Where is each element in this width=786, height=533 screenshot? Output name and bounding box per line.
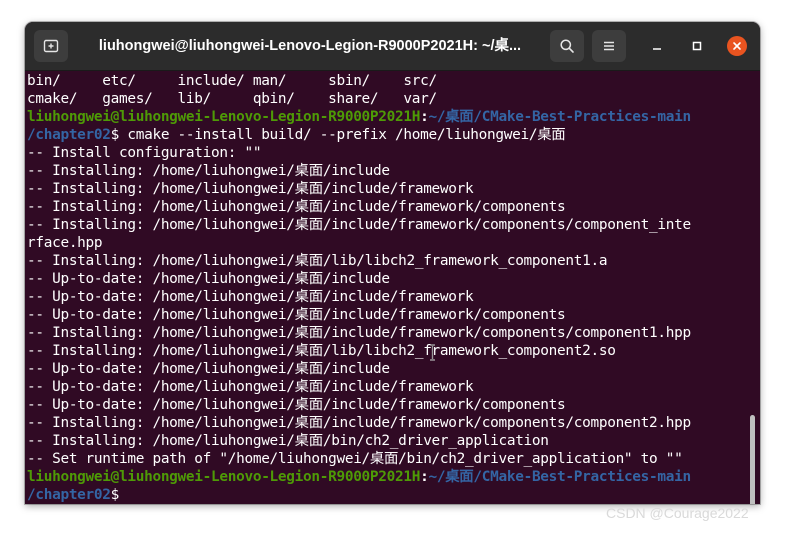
ls-row-2: cmake/ games/ lib/ qbin/ share/ var/ [27, 91, 437, 107]
terminal-lines: bin/ etc/ include/ man/ sbin/ src/ cmake… [27, 72, 691, 504]
output-line: -- Up-to-date: /home/liuhongwei/桌面/inclu… [27, 307, 566, 323]
menu-button[interactable] [592, 30, 626, 62]
watermark: CSDN @Courage2022 [606, 505, 749, 521]
output-line: -- Installing: /home/liuhongwei/桌面/inclu… [27, 181, 474, 197]
window-title: liuhongwei@liuhongwei-Lenovo-Legion-R900… [98, 38, 522, 54]
minimize-icon [653, 48, 661, 50]
text-cursor [119, 487, 128, 503]
output-line: -- Up-to-date: /home/liuhongwei/桌面/inclu… [27, 271, 390, 287]
output-line: -- Installing: /home/liuhongwei/桌面/inclu… [27, 199, 566, 215]
prompt-path-continued: /chapter02 [27, 127, 111, 143]
scrollbar-thumb[interactable] [750, 415, 755, 504]
output-line: -- Installing: /home/liuhongwei/桌面/lib/l… [27, 343, 616, 359]
prompt-command-line: /chapter02$ cmake --install build/ --pre… [27, 126, 691, 144]
ls-row-1: bin/ etc/ include/ man/ sbin/ src/ [27, 73, 437, 89]
output-line: -- Installing: /home/liuhongwei/桌面/bin/c… [27, 433, 549, 449]
search-icon [560, 39, 574, 53]
prompt-line: liuhongwei@liuhongwei-Lenovo-Legion-R900… [27, 468, 691, 486]
command-text: $ cmake --install build/ --prefix /home/… [110, 127, 566, 143]
close-icon [733, 42, 741, 50]
prompt-symbol: $ [110, 487, 120, 503]
new-tab-icon [43, 39, 59, 53]
output-line: -- Up-to-date: /home/liuhongwei/桌面/inclu… [27, 397, 566, 413]
ibeam-cursor-icon [430, 344, 435, 361]
output-line: -- Installing: /home/liuhongwei/桌面/inclu… [27, 217, 691, 233]
output-line: -- Installing: /home/liuhongwei/桌面/inclu… [27, 415, 691, 431]
output-line: rface.hpp [27, 235, 103, 251]
output-line: -- Up-to-date: /home/liuhongwei/桌面/inclu… [27, 361, 390, 377]
output-line: -- Up-to-date: /home/liuhongwei/桌面/inclu… [27, 289, 474, 305]
terminal-window: liuhongwei@liuhongwei-Lenovo-Legion-R900… [25, 22, 760, 504]
output-line: -- Installing: /home/liuhongwei/桌面/inclu… [27, 163, 390, 179]
terminal-output-area[interactable]: bin/ etc/ include/ man/ sbin/ src/ cmake… [25, 71, 760, 504]
maximize-icon [692, 41, 702, 51]
hamburger-menu-icon [604, 41, 614, 51]
prompt-user-host: liuhongwei@liuhongwei-Lenovo-Legion-R900… [27, 109, 421, 125]
maximize-button[interactable] [687, 36, 707, 56]
close-button[interactable] [727, 36, 747, 56]
output-line: -- Install configuration: "" [27, 145, 262, 161]
output-line: -- Up-to-date: /home/liuhongwei/桌面/inclu… [27, 379, 474, 395]
title-bar[interactable]: liuhongwei@liuhongwei-Lenovo-Legion-R900… [25, 22, 760, 71]
prompt-user-host: liuhongwei@liuhongwei-Lenovo-Legion-R900… [27, 469, 421, 485]
search-button[interactable] [550, 30, 584, 62]
minimize-button[interactable] [647, 36, 667, 56]
output-line: -- Set runtime path of "/home/liuhongwei… [27, 451, 683, 467]
new-tab-button[interactable] [34, 30, 68, 62]
prompt-path: ~/桌面/CMake-Best-Practices-main [428, 469, 691, 485]
prompt-line: liuhongwei@liuhongwei-Lenovo-Legion-R900… [27, 108, 691, 126]
output-line: -- Installing: /home/liuhongwei/桌面/lib/l… [27, 253, 608, 269]
prompt-command-line[interactable]: /chapter02$ [27, 486, 691, 504]
output-line: -- Installing: /home/liuhongwei/桌面/inclu… [27, 325, 691, 341]
prompt-path: ~/桌面/CMake-Best-Practices-main [428, 109, 691, 125]
prompt-path-continued: /chapter02 [27, 487, 111, 503]
